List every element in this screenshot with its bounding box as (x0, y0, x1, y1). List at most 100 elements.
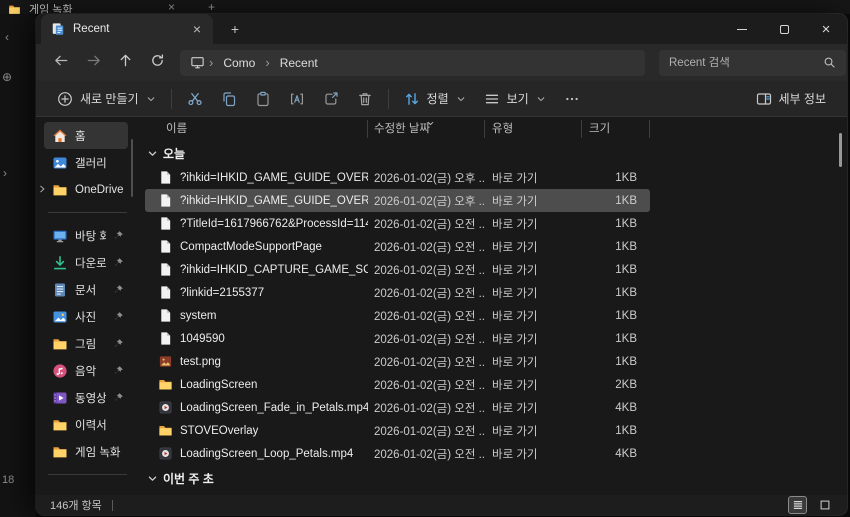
background-expand-icon[interactable]: › (3, 166, 7, 180)
pin-icon (113, 230, 124, 241)
background-back-icon[interactable]: ‹ (5, 30, 9, 44)
sidebar-item-사진[interactable]: 사진 (44, 303, 128, 330)
file-pane: 이름 수정한 날짜 유형 크기 오늘 ?ihkid=IHKID_GAME_GUI… (139, 117, 847, 495)
sidebar-item-갤러리[interactable]: 갤러리 (44, 149, 128, 176)
file-name-cell: ?linkid=2155377 (145, 285, 368, 300)
sidebar-item-다운로드[interactable]: 다운로드 (44, 249, 128, 276)
file-size: 1KB (582, 241, 644, 253)
sidebar-list: 홈 갤러리 OneDrive - Pers 바탕 화면 다운로드 문서 사진 그… (36, 122, 139, 475)
background-new-icon[interactable]: ⊕ (2, 70, 12, 84)
file-date: 2026-01-02(금) 오후 ... (368, 170, 485, 186)
table-row[interactable]: LoadingScreen 2026-01-02(금) 오전 ... 바로 가기… (145, 373, 650, 396)
file-size: 4KB (582, 402, 644, 414)
breadcrumb-como[interactable]: Como (217, 54, 261, 72)
table-row[interactable]: LoadingScreen_Loop_Petals.mp4 2026-01-02… (145, 442, 650, 465)
up-button[interactable] (110, 50, 140, 76)
maximize-button[interactable] (763, 14, 805, 44)
sidebar-item-label: 사진 (75, 309, 106, 325)
delete-button[interactable] (348, 85, 382, 113)
section-label: 오늘 (163, 145, 185, 162)
sidebar-item-게임 녹화[interactable]: 게임 녹화 (44, 438, 128, 465)
cut-button[interactable] (178, 85, 212, 113)
table-row[interactable]: test.png 2026-01-02(금) 오전 ... 바로 가기 1KB (145, 350, 650, 373)
rename-button[interactable] (280, 85, 314, 113)
sidebar-item-label: 갤러리 (75, 155, 124, 171)
new-button[interactable]: 새로 만들기 (48, 85, 165, 113)
sidebar-item-label: 음악 (75, 363, 106, 379)
close-button[interactable]: × (805, 14, 847, 44)
search-input[interactable] (669, 57, 823, 69)
file-explorer-window: Recent × + × › Como › Recent (36, 14, 847, 515)
paste-button[interactable] (246, 85, 280, 113)
new-tab-button[interactable]: + (224, 19, 246, 39)
sidebar-item-바탕 화면[interactable]: 바탕 화면 (44, 222, 128, 249)
sidebar-item-icon (52, 363, 68, 379)
sidebar-item-label: OneDrive - Pers (75, 184, 124, 196)
file-name: ?TitleId=1617966762&ProcessId=1142... (180, 218, 368, 230)
share-icon (323, 91, 339, 107)
table-row[interactable]: LoadingScreen_Fade_in_Petals.mp4 2026-01… (145, 396, 650, 419)
table-row[interactable]: ?ihkid=IHKID_GAME_GUIDE_OVERLAY&... 2026… (145, 189, 650, 212)
details-pane-button[interactable]: 세부 정보 (747, 85, 836, 113)
search-box (659, 50, 846, 76)
refresh-icon (150, 53, 165, 73)
expand-chevron-icon[interactable] (37, 184, 47, 194)
table-row[interactable]: ?ihkid=IHKID_GAME_GUIDE_OVERLAY&... 2026… (145, 166, 650, 189)
sidebar-item-홈[interactable]: 홈 (44, 122, 128, 149)
breadcrumb-recent[interactable]: Recent (274, 54, 324, 72)
close-icon: × (822, 22, 831, 37)
minimize-button[interactable] (721, 14, 763, 44)
forward-button[interactable] (78, 50, 108, 76)
sidebar-item-icon (52, 444, 68, 460)
back-button[interactable] (46, 50, 76, 76)
file-name: test.png (180, 356, 221, 368)
section-header[interactable]: 오늘 (139, 140, 847, 166)
thumbnails-view-toggle[interactable] (816, 497, 833, 513)
section-header[interactable]: 이번 주 초 (139, 465, 847, 491)
sort-button[interactable]: 정렬 (395, 85, 475, 113)
sidebar-item-동영상[interactable]: 동영상 (44, 384, 128, 411)
tab-recent[interactable]: Recent × (41, 14, 213, 44)
file-kind: 바로 가기 (485, 354, 582, 370)
share-button[interactable] (314, 85, 348, 113)
this-pc-icon[interactable] (190, 55, 205, 70)
background-tab[interactable]: 게임 녹화 (8, 1, 73, 14)
copy-button[interactable] (212, 85, 246, 113)
column-header-size[interactable]: 크기 (582, 120, 650, 138)
file-name: ?ihkid=IHKID_CAPTURE_GAME_SCREEN... (180, 264, 368, 276)
sidebar-item-그림[interactable]: 그림 (44, 330, 128, 357)
background-new-tab-icon[interactable]: + (208, 0, 215, 14)
file-name: ?ihkid=IHKID_GAME_GUIDE_OVERLAY&... (180, 195, 368, 207)
table-row[interactable]: 1049590 2026-01-02(금) 오전 ... 바로 가기 1KB (145, 327, 650, 350)
background-tab-close-icon[interactable]: × (168, 0, 175, 14)
column-header-date-label: 수정한 날짜 (374, 123, 430, 135)
file-size: 1KB (582, 218, 644, 230)
sidebar-scrollbar[interactable] (131, 139, 133, 197)
sidebar-item-문서[interactable]: 문서 (44, 276, 128, 303)
more-button[interactable] (555, 85, 589, 113)
status-divider (112, 500, 113, 511)
table-row[interactable]: ?ihkid=IHKID_CAPTURE_GAME_SCREEN... 2026… (145, 258, 650, 281)
tab-close-icon[interactable]: × (189, 21, 205, 37)
table-row[interactable]: system 2026-01-02(금) 오전 ... 바로 가기 1KB (145, 304, 650, 327)
file-list-scrollbar[interactable] (839, 133, 842, 167)
details-view-toggle[interactable] (789, 497, 806, 513)
column-header-date[interactable]: 수정한 날짜 (368, 120, 485, 138)
view-button[interactable]: 보기 (475, 85, 555, 113)
column-header-name[interactable]: 이름 (139, 120, 368, 138)
sidebar-item-이력서[interactable]: 이력서 (44, 411, 128, 438)
file-size: 1KB (582, 425, 644, 437)
sidebar-item-label: 다운로드 (75, 255, 106, 271)
sidebar-item-음악[interactable]: 음악 (44, 357, 128, 384)
refresh-button[interactable] (142, 50, 172, 76)
sidebar-item-OneDrive - Pers[interactable]: OneDrive - Pers (44, 176, 128, 203)
file-kind: 바로 가기 (485, 400, 582, 416)
table-row[interactable]: STOVEOverlay 2026-01-02(금) 오전 ... 바로 가기 … (145, 419, 650, 442)
table-row[interactable]: ?linkid=2155377 2026-01-02(금) 오전 ... 바로 … (145, 281, 650, 304)
sidebar-item-icon (52, 336, 68, 352)
table-row[interactable]: ?TitleId=1617966762&ProcessId=1142... 20… (145, 212, 650, 235)
forward-icon (86, 53, 101, 73)
column-header-type[interactable]: 유형 (485, 120, 582, 138)
file-type-icon (158, 285, 173, 300)
table-row[interactable]: CompactModeSupportPage 2026-01-02(금) 오전 … (145, 235, 650, 258)
